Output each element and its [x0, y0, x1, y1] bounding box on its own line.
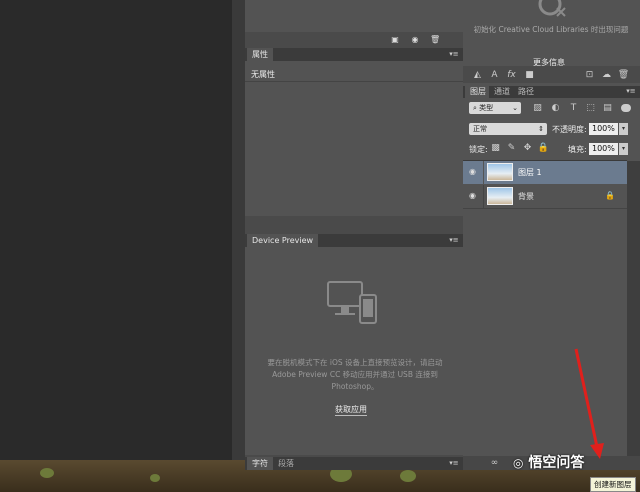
panel-menu-icon[interactable]: ▾≡ — [626, 87, 636, 96]
right-panel-column: 初始化 Creative Cloud Libraries 时出现问题 更多信息 … — [463, 0, 640, 470]
fx-icon[interactable]: fx — [505, 69, 518, 81]
filter-smart-object-icon[interactable]: ▤ — [601, 102, 614, 114]
filter-type-icon[interactable]: T — [567, 102, 580, 114]
fill-slider-toggle[interactable]: ▾ — [619, 143, 628, 155]
pebble — [400, 470, 416, 482]
filter-shape-icon[interactable]: ⬚ — [584, 102, 597, 114]
tab-properties[interactable]: 属性 — [247, 48, 273, 61]
annotation-arrow — [574, 348, 604, 459]
libraries-toolbar: ◭ A fx ■ ⊡ ☁ 🗑 — [463, 66, 640, 83]
tab-channels[interactable]: 通道 — [489, 86, 515, 98]
device-preview-message: 要在脱机模式下在 iOS 设备上直接预览设计，请启动 Adobe Preview… — [267, 358, 443, 391]
cc-libraries-error-icon — [538, 0, 566, 17]
properties-panel: 无属性 — [245, 61, 463, 216]
lock-label: 锁定: — [469, 145, 488, 154]
layer-row-selected[interactable]: ◉ 图层 1 — [463, 161, 627, 184]
filter-adjustment-icon[interactable]: ◐ — [549, 102, 562, 114]
fill-label: 填充: — [568, 145, 587, 154]
properties-empty-text: 无属性 — [251, 70, 275, 79]
divider — [483, 185, 484, 208]
tab-layers[interactable]: 图层 — [465, 86, 491, 98]
cloud-sync-icon[interactable]: ☁ — [600, 69, 613, 81]
tooltip-create-new-layer: 创建新图层 — [590, 477, 636, 492]
search-icon: ⌕ — [473, 104, 477, 112]
divider — [463, 208, 627, 209]
devices-icon — [327, 281, 377, 324]
middle-panel-column: ▣ ◉ 🗑 属性 ▾≡ 无属性 Device Preview ▾≡ 要在脱机模式… — [245, 0, 463, 470]
lock-icon: 🔒 — [605, 191, 615, 200]
color-swatch-icon[interactable]: ■ — [523, 69, 536, 81]
chevron-down-icon: ⌄ — [512, 104, 518, 112]
new-folder-icon[interactable]: ▣ — [390, 35, 400, 44]
layer-filter-value: 类型 — [479, 104, 494, 112]
layer-name[interactable]: 背景 — [518, 191, 534, 202]
camera-icon[interactable]: ◉ — [410, 35, 420, 44]
character-tabbar: 字符 段落 ▾≡ — [245, 457, 463, 470]
lock-transparent-icon[interactable]: ▩ — [489, 142, 502, 154]
document-canvas-area — [0, 0, 232, 460]
panel-menu-icon[interactable]: ▾≡ — [449, 459, 459, 468]
lock-position-icon[interactable]: ✥ — [521, 142, 534, 154]
pebble — [40, 468, 54, 478]
chevron-up-down-icon: ⇕ — [538, 125, 544, 133]
library-s1-icon[interactable]: ⊡ — [583, 69, 596, 81]
opacity-label: 不透明度: — [552, 125, 587, 134]
divider — [245, 81, 463, 82]
trash-icon[interactable]: 🗑 — [617, 69, 630, 81]
trash-icon[interactable]: 🗑 — [430, 35, 440, 44]
device-preview-tabbar: Device Preview ▾≡ — [245, 234, 463, 247]
filter-pixel-icon[interactable]: ▨ — [531, 102, 544, 114]
lock-all-icon[interactable]: 🔒 — [537, 142, 550, 154]
eye-icon[interactable]: ◉ — [469, 191, 479, 201]
filter-toggle[interactable] — [621, 104, 631, 112]
blend-mode-value: 正常 — [473, 125, 487, 133]
layer-thumbnail — [487, 187, 513, 205]
lock-image-icon[interactable]: ✎ — [505, 142, 518, 154]
properties-tabbar: 属性 ▾≡ — [245, 48, 463, 61]
opacity-slider-toggle[interactable]: ▾ — [619, 123, 628, 135]
panel-menu-icon[interactable]: ▾≡ — [449, 236, 459, 245]
upper-panel — [245, 0, 463, 32]
layer-name[interactable]: 图层 1 — [518, 167, 542, 178]
layers-tabbar: 图层 通道 路径 ▾≡ — [463, 86, 640, 98]
pebble — [150, 474, 160, 482]
panel-menu-icon[interactable]: ▾≡ — [449, 50, 459, 59]
libraries-error-message: 初始化 Creative Cloud Libraries 时出现问题 — [473, 25, 629, 34]
eye-icon[interactable]: ◉ — [469, 167, 479, 177]
opacity-input[interactable]: 100% — [589, 123, 618, 135]
layer-filter-select[interactable]: ⌕ 类型 ⌄ — [469, 102, 521, 114]
tab-paragraph[interactable]: 段落 — [273, 457, 299, 470]
tab-paths[interactable]: 路径 — [513, 86, 539, 98]
layer-row[interactable]: ◉ 背景 🔒 — [463, 185, 627, 208]
device-preview-panel: 要在脱机模式下在 iOS 设备上直接预览设计，请启动 Adobe Preview… — [245, 247, 463, 455]
watermark-logo-icon: ◎ — [513, 456, 524, 470]
tab-device-preview[interactable]: Device Preview — [247, 234, 319, 247]
fill-input[interactable]: 100% — [589, 143, 618, 155]
upper-panel-footer: ▣ ◉ 🗑 — [245, 32, 463, 46]
link-layers-icon[interactable]: ∞ — [488, 457, 501, 469]
fill-icon[interactable]: ◭ — [471, 69, 484, 81]
layers-scrollbar[interactable] — [627, 161, 640, 456]
get-app-link[interactable]: 获取应用 — [335, 404, 367, 416]
tab-character[interactable]: 字符 — [247, 457, 273, 470]
text-style-icon[interactable]: A — [488, 69, 501, 81]
divider — [483, 161, 484, 184]
canvas-edge — [232, 0, 245, 460]
blend-mode-select[interactable]: 正常 ⇕ — [469, 123, 547, 135]
layer-thumbnail — [487, 163, 513, 181]
